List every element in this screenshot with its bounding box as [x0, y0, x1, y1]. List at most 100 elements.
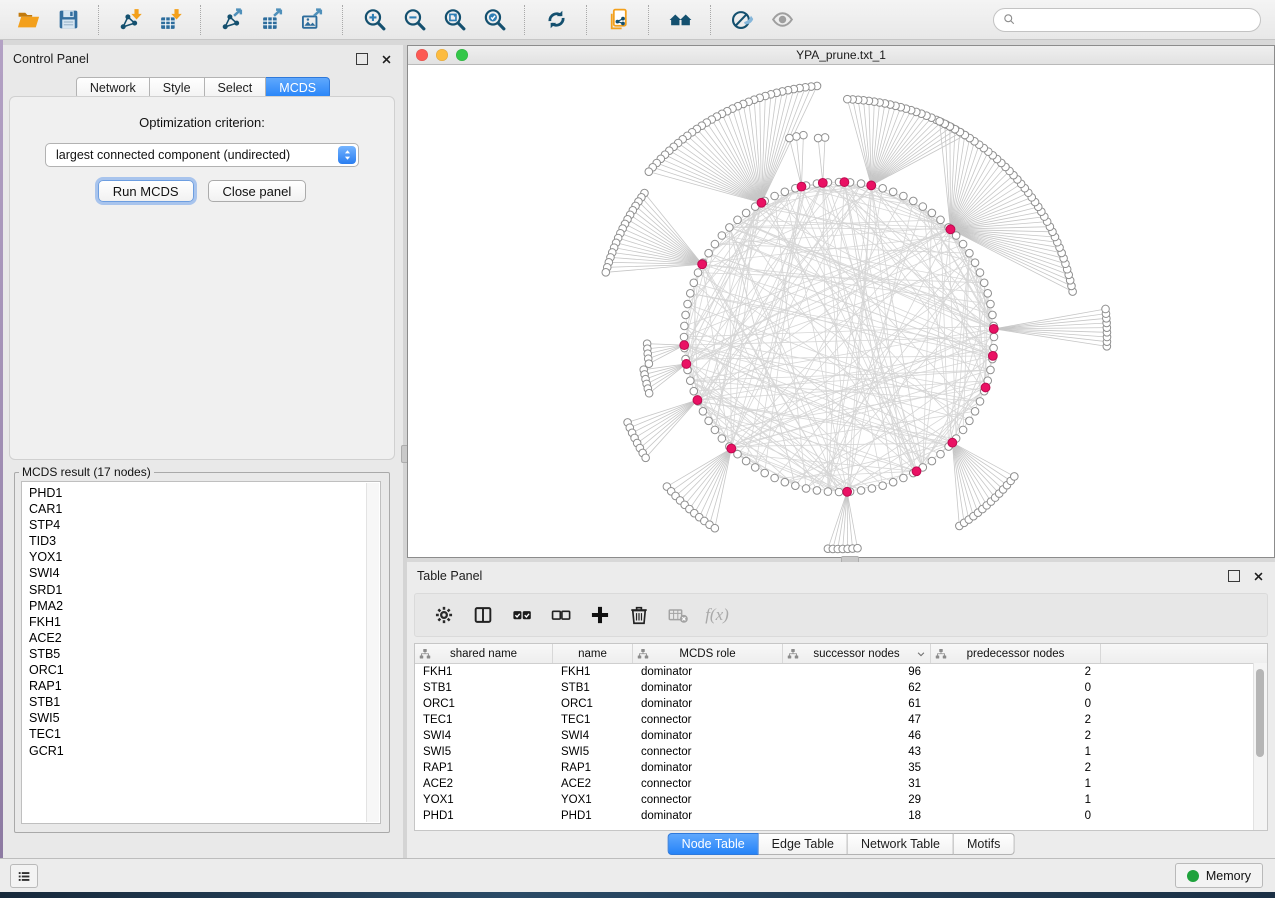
table-row[interactable]: FKH1FKH1dominator962: [415, 664, 1267, 680]
open-file-button[interactable]: [10, 4, 46, 36]
mcds-result-item[interactable]: YOX1: [29, 549, 64, 565]
cell-predecessor-nodes: 2: [931, 760, 1101, 776]
cell-successor-nodes: 96: [783, 664, 931, 680]
network-view-frame: YPA_prune.txt_1: [407, 45, 1275, 558]
graphics-details-button[interactable]: [724, 4, 760, 36]
mcds-result-item[interactable]: SWI4: [29, 565, 64, 581]
cell-shared-name: YOX1: [415, 792, 553, 808]
column-label: name: [578, 648, 607, 660]
mcds-result-list[interactable]: PHD1CAR1STP4TID3YOX1SWI4SRD1PMA2FKH1ACE2…: [21, 481, 381, 824]
new-network-from-selection-button[interactable]: [600, 4, 636, 36]
memory-button[interactable]: Memory: [1175, 863, 1263, 888]
table-body: FKH1FKH1dominator962STB1STB1dominator620…: [415, 664, 1267, 824]
table-row[interactable]: RAP1RAP1dominator352: [415, 760, 1267, 776]
table-row[interactable]: TEC1TEC1connector472: [415, 712, 1267, 728]
mcds-result-item[interactable]: ACE2: [29, 630, 64, 646]
tab-edge-table[interactable]: Edge Table: [759, 833, 848, 855]
mcds-result-title: MCDS result (17 nodes): [19, 465, 154, 479]
mcds-result-item[interactable]: CAR1: [29, 501, 64, 517]
import-table-button[interactable]: [152, 4, 188, 36]
cell-shared-name: SWI4: [415, 728, 553, 744]
mcds-result-item[interactable]: SWI5: [29, 710, 64, 726]
save-session-button[interactable]: [50, 4, 86, 36]
search-input[interactable]: [1022, 12, 1252, 28]
mcds-result-item[interactable]: STB5: [29, 646, 64, 662]
control-panel-title: Control Panel: [13, 52, 89, 66]
table-row[interactable]: PHD1PHD1dominator180: [415, 808, 1267, 824]
column-header-predecessor-nodes[interactable]: predecessor nodes: [931, 644, 1101, 663]
refresh-layout-button[interactable]: [538, 4, 574, 36]
mcds-result-item[interactable]: ORC1: [29, 662, 64, 678]
table-row[interactable]: SWI4SWI4dominator462: [415, 728, 1267, 744]
mcds-result-item[interactable]: FKH1: [29, 614, 64, 630]
show-all-eye-button[interactable]: [764, 4, 800, 36]
close-traffic-light[interactable]: [416, 49, 428, 61]
table-scrollbar[interactable]: [1253, 663, 1267, 830]
mcds-result-item[interactable]: PHD1: [29, 485, 64, 501]
toolbar-separator: [524, 5, 526, 35]
panes-icon: [472, 604, 494, 626]
column-label: successor nodes: [813, 648, 899, 660]
criterion-select[interactable]: largest connected component (undirected): [45, 143, 359, 167]
task-history-button[interactable]: [10, 864, 38, 888]
mcds-result-item[interactable]: TID3: [29, 533, 64, 549]
zoom-out-button[interactable]: [396, 4, 432, 36]
cell-MCDS-role: dominator: [633, 680, 783, 696]
table-row[interactable]: ACE2ACE2connector311: [415, 776, 1267, 792]
delete-column-button[interactable]: [624, 600, 654, 630]
zoom-in-button[interactable]: [356, 4, 392, 36]
table-row[interactable]: ORC1ORC1dominator610: [415, 696, 1267, 712]
float-table-panel-button[interactable]: [1227, 570, 1240, 583]
select-all-columns-button[interactable]: [507, 600, 537, 630]
export-image-button[interactable]: [294, 4, 330, 36]
table-row[interactable]: STB1STB1dominator620: [415, 680, 1267, 696]
mcds-result-item[interactable]: SRD1: [29, 582, 64, 598]
column-header-name[interactable]: name: [553, 644, 633, 663]
mcds-result-item[interactable]: STP4: [29, 517, 64, 533]
deselect-all-columns-button[interactable]: [546, 600, 576, 630]
close-panel-button[interactable]: [380, 53, 393, 66]
zoom-fit-button[interactable]: [436, 4, 472, 36]
list-scrollbar-track[interactable]: [366, 483, 379, 822]
show-columns-button[interactable]: [468, 600, 498, 630]
minimize-traffic-light[interactable]: [436, 49, 448, 61]
zoom-selected-button[interactable]: [476, 4, 512, 36]
import-network-button[interactable]: [112, 4, 148, 36]
run-mcds-button[interactable]: Run MCDS: [98, 180, 194, 202]
mcds-result-item[interactable]: GCR1: [29, 743, 64, 759]
column-header-successor-nodes[interactable]: successor nodes: [783, 644, 931, 663]
mcds-result-item[interactable]: TEC1: [29, 726, 64, 742]
cell-shared-name: PHD1: [415, 808, 553, 824]
float-panel-button[interactable]: [355, 53, 368, 66]
cytoscape-app-window: Control Panel NetworkStyleSelectMCDS Opt…: [0, 0, 1275, 892]
table-mode-button[interactable]: [429, 600, 459, 630]
graphics-details-icon: [730, 7, 755, 32]
toolbar-separator: [586, 5, 588, 35]
network-frame-titlebar[interactable]: YPA_prune.txt_1: [408, 46, 1274, 65]
mcds-result-item[interactable]: RAP1: [29, 678, 64, 694]
tab-network-table[interactable]: Network Table: [848, 833, 954, 855]
cell-predecessor-nodes: 1: [931, 792, 1101, 808]
search-box[interactable]: [993, 8, 1261, 32]
close-table-panel-button[interactable]: [1252, 570, 1265, 583]
column-label: shared name: [450, 648, 517, 660]
network-canvas[interactable]: [408, 65, 1274, 557]
close-panel-action-button[interactable]: Close panel: [208, 180, 307, 202]
tab-node-table[interactable]: Node Table: [668, 833, 759, 855]
scrollbar-thumb[interactable]: [1256, 669, 1264, 757]
mcds-result-item[interactable]: STB1: [29, 694, 64, 710]
toolbar-separator: [648, 5, 650, 35]
table-row[interactable]: YOX1YOX1connector291: [415, 792, 1267, 808]
table-row[interactable]: SWI5SWI5connector431: [415, 744, 1267, 760]
tab-motifs[interactable]: Motifs: [954, 833, 1014, 855]
column-header-shared-name[interactable]: shared name: [415, 644, 553, 663]
maximize-traffic-light[interactable]: [456, 49, 468, 61]
export-table-button[interactable]: [254, 4, 290, 36]
first-neighbors-button[interactable]: [662, 4, 698, 36]
column-header-MCDS-role[interactable]: MCDS role: [633, 644, 783, 663]
add-column-button[interactable]: [585, 600, 615, 630]
zoom-in-icon: [362, 7, 387, 32]
export-network-button[interactable]: [214, 4, 250, 36]
mcds-result-item[interactable]: PMA2: [29, 598, 64, 614]
cell-MCDS-role: dominator: [633, 760, 783, 776]
